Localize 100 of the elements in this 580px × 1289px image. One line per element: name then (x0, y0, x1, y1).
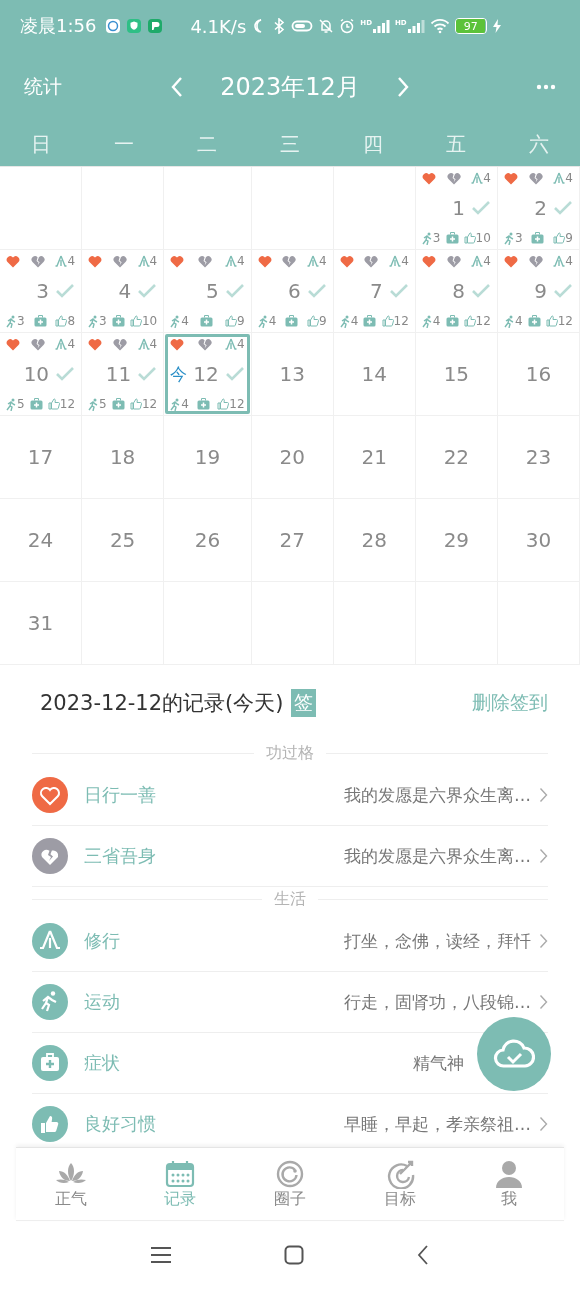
home-icon[interactable] (284, 1245, 304, 1265)
day-cell[interactable]: 19 (165, 417, 250, 497)
day-cell[interactable]: 31 (1, 583, 81, 663)
nav-tab[interactable]: 正气 (16, 1148, 126, 1220)
day-number: 16 (525, 362, 552, 386)
day-cell[interactable]: 30 (498, 500, 578, 580)
medkit-icon (200, 315, 214, 327)
broken-heart-icon (528, 171, 543, 185)
chevron-right-icon[interactable] (539, 848, 548, 864)
day-number: 22 (443, 445, 470, 469)
record-category: 日行一善 (84, 783, 156, 807)
day-cell[interactable]: 4 8 4 12 (416, 251, 496, 331)
chevron-right-icon[interactable] (539, 994, 548, 1010)
nav-tab[interactable]: 记录 (125, 1148, 236, 1220)
next-month-icon[interactable] (396, 76, 410, 98)
day-cell[interactable]: 15 (416, 334, 496, 414)
habit-count: 12 (475, 314, 491, 328)
previous-month-icon[interactable] (170, 76, 184, 98)
day-cell[interactable]: 22 (416, 417, 496, 497)
day-number: 31 (27, 611, 54, 635)
day-cell[interactable]: 17 (1, 417, 81, 497)
praying-hands-icon (471, 254, 484, 268)
day-cell[interactable]: 16 (498, 334, 578, 414)
day-number: 29 (443, 528, 470, 552)
signal-icon (371, 19, 390, 33)
day-number: 26 (194, 528, 221, 552)
nav-tab[interactable]: 目标 (344, 1148, 455, 1220)
day-number: 27 (279, 528, 305, 552)
day-cell[interactable]: 29 (416, 500, 496, 580)
practice-count: 4 (401, 254, 409, 268)
menu-icon[interactable] (150, 1246, 172, 1264)
nav-tab[interactable]: 圈子 (235, 1148, 345, 1220)
praying-hands-icon (471, 171, 484, 185)
statistics-link[interactable]: 统计 (24, 74, 62, 100)
thumbs-up-icon (55, 315, 68, 327)
broken-heart-icon (364, 254, 379, 268)
day-number: 13 (279, 362, 305, 386)
practice-count: 4 (149, 337, 158, 351)
broken-heart-icon (528, 254, 543, 268)
back-icon[interactable] (416, 1244, 430, 1266)
day-cell[interactable]: 20 (252, 417, 332, 497)
day-number: 8 (452, 279, 465, 303)
runner-icon (88, 314, 100, 328)
day-cell[interactable]: 4 3 3 8 (1, 251, 81, 331)
exercise-count: 4 (181, 314, 189, 328)
record-summary: 行走，固肾功，八段锦… (344, 990, 531, 1014)
day-cell[interactable]: 4 5 4 9 (165, 251, 250, 331)
more-icon[interactable] (536, 84, 556, 90)
day-cell[interactable]: 14 (334, 334, 414, 414)
habit-count: 12 (59, 397, 76, 411)
day-cell[interactable]: 4 6 4 9 (252, 251, 332, 331)
runner-icon (421, 231, 433, 245)
day-number: 5 (205, 279, 219, 303)
exercise-count: 3 (514, 231, 523, 245)
medkit-icon (527, 315, 541, 327)
day-cell[interactable]: 4 10 5 12 (1, 334, 81, 414)
day-cell[interactable]: 4 11 5 12 (83, 334, 163, 414)
practice-count: 4 (319, 254, 327, 268)
day-cell[interactable]: 28 (334, 500, 414, 580)
nav-tab[interactable]: 我 (454, 1148, 564, 1220)
heart-icon (257, 254, 272, 268)
thumbs-up-icon (47, 398, 60, 410)
practice-count: 4 (237, 254, 245, 268)
chevron-right-icon[interactable] (539, 933, 548, 949)
day-cell[interactable]: 4 1 3 10 (416, 168, 496, 248)
practice-count: 4 (483, 171, 491, 185)
praying-hands-icon (225, 254, 237, 268)
chevron-right-icon[interactable] (539, 1116, 548, 1132)
weekday-label: 一 (113, 130, 136, 158)
day-cell[interactable]: 18 (83, 417, 163, 497)
day-cell[interactable]: 25 (83, 500, 163, 580)
day-number: 20 (279, 445, 305, 469)
day-cell[interactable]: 4 2 3 9 (498, 168, 578, 248)
chevron-right-icon[interactable] (539, 787, 548, 803)
medkit-icon (29, 398, 43, 410)
day-number: 3 (36, 279, 50, 303)
day-cell[interactable]: 4 7 4 12 (334, 251, 414, 331)
praying-hands-icon (389, 254, 402, 268)
day-cell[interactable]: 13 (252, 334, 332, 414)
day-cell[interactable]: 23 (498, 417, 578, 497)
pill-icon (291, 18, 314, 34)
day-cell[interactable]: 27 (252, 500, 332, 580)
day-cell[interactable]: 4 9 4 12 (498, 251, 578, 331)
day-number: 21 (361, 445, 387, 469)
day-number: 11 (105, 362, 132, 386)
exercise-count: 4 (514, 314, 523, 328)
day-cell[interactable]: 21 (334, 417, 414, 497)
runner-icon (6, 397, 17, 411)
day-cell[interactable]: 26 (165, 500, 250, 580)
record-summary: 我的发愿是六界众生离… (344, 783, 531, 807)
record-summary: 早睡，早起，孝亲祭祖… (344, 1112, 531, 1136)
day-cell[interactable]: 4 今 12 4 12 (165, 334, 250, 414)
runner-icon (503, 231, 515, 245)
exercise-count: 5 (17, 397, 25, 411)
day-cell[interactable]: 4 4 3 10 (83, 251, 163, 331)
exercise-count: 4 (181, 397, 189, 411)
broken-heart-icon (112, 337, 127, 351)
day-cell[interactable]: 24 (1, 500, 81, 580)
delete-sign-in-link[interactable]: 删除签到 (472, 690, 548, 716)
broken-heart-icon (112, 254, 127, 268)
